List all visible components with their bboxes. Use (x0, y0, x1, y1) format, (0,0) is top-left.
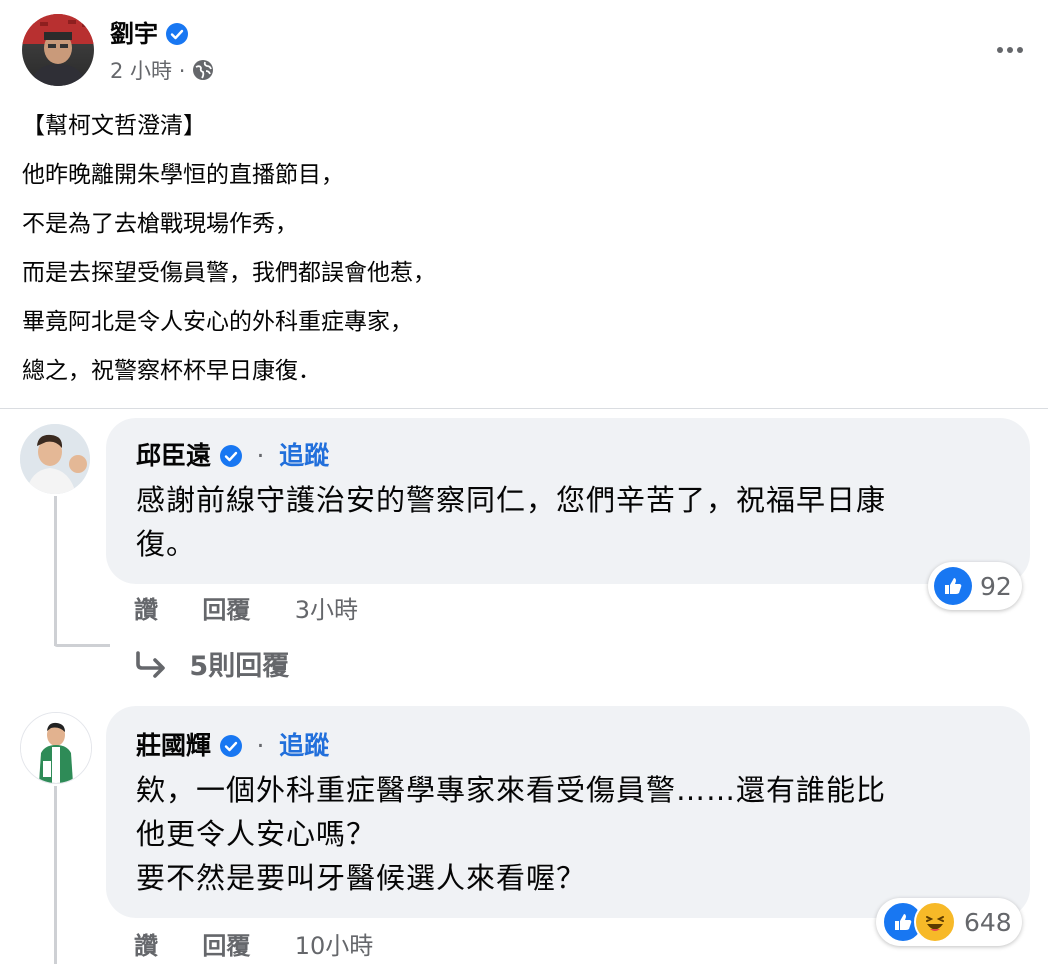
comment-header: 莊國輝 · 追蹤 (136, 730, 329, 762)
author-avatar[interactable] (22, 14, 94, 86)
post-meta: 2 小時 · (110, 56, 214, 89)
more-options-icon[interactable] (990, 32, 1030, 68)
replies-label[interactable]: 5則回覆 (189, 651, 289, 682)
thread-line (54, 496, 57, 646)
comment-bubble: 邱臣遠 · 追蹤 感謝前線守護治安的警察同仁，您們辛苦了，祝福早日康 復。 (106, 418, 1030, 584)
globe-icon[interactable] (192, 59, 214, 89)
like-button[interactable]: 讚 (134, 932, 158, 960)
comment-actions: 讚 回覆 10小時 (134, 926, 409, 961)
verified-badge-icon (219, 443, 242, 467)
comment-text: 欸，一個外科重症醫學專家來看受傷員警……還有誰能比 他更令人安心嗎？ 要不然是要… (136, 768, 1016, 900)
like-button[interactable]: 讚 (134, 596, 158, 624)
thread-line (54, 786, 57, 964)
comment-line: 他更令人安心嗎？ (136, 817, 377, 851)
reaction-summary[interactable]: 648 (876, 898, 1022, 946)
post-line: 而是去探望受傷員警，我們都誤會他惹， (22, 260, 436, 286)
reaction-count: 648 (964, 907, 1012, 937)
divider (0, 408, 1048, 409)
header-separator: · (256, 731, 265, 760)
comment-actions: 讚 回覆 3小時 (134, 590, 394, 625)
thread-line-branch (54, 644, 110, 647)
commenter-name[interactable]: 莊國輝 (136, 731, 211, 760)
verified-badge-icon (166, 21, 189, 45)
post-line: 【幫柯文哲澄清】 (22, 113, 206, 139)
post-time[interactable]: 2 小時 (110, 59, 172, 83)
header-separator: · (256, 441, 265, 470)
post-line: 不是為了去槍戰現場作秀， (22, 211, 298, 237)
comment-line: 復。 (136, 527, 197, 561)
follow-button[interactable]: 追蹤 (279, 441, 329, 470)
post-text: 【幫柯文哲澄清】 他昨晚離開朱學恒的直播節目， 不是為了去槍戰現場作秀， 而是去… (22, 102, 436, 396)
reply-arrow-icon (134, 650, 168, 685)
comment-line: 欸，一個外科重症醫學專家來看受傷員警……還有誰能比 (136, 773, 887, 807)
reply-button[interactable]: 回覆 (202, 932, 250, 960)
view-replies-button[interactable]: 5則回覆 (134, 644, 289, 685)
commenter-name[interactable]: 邱臣遠 (136, 441, 211, 470)
post-line: 畢竟阿北是令人安心的外科重症專家， (22, 309, 413, 335)
comment-header: 邱臣遠 · 追蹤 (136, 440, 329, 472)
reply-button[interactable]: 回覆 (202, 596, 250, 624)
post-line: 總之，祝警察杯杯早日康復． (22, 358, 321, 384)
commenter-avatar[interactable] (20, 712, 92, 784)
comment-line: 感謝前線守護治安的警察同仁，您們辛苦了，祝福早日康 (136, 483, 887, 517)
follow-button[interactable]: 追蹤 (279, 731, 329, 760)
meta-separator: · (178, 59, 186, 83)
post-line: 他昨晚離開朱學恒的直播節目， (22, 162, 344, 188)
comment-bubble: 莊國輝 · 追蹤 欸，一個外科重症醫學專家來看受傷員警……還有誰能比 他更令人安… (106, 706, 1030, 918)
comment-time[interactable]: 3小時 (295, 596, 358, 624)
verified-badge-icon (219, 733, 242, 757)
author-name-text[interactable]: 劉宇 (110, 20, 158, 48)
haha-reaction-icon (914, 901, 956, 943)
like-reaction-icon (934, 567, 972, 605)
author-name[interactable]: 劉宇 (110, 18, 189, 50)
reaction-summary[interactable]: 92 (928, 562, 1022, 610)
comment-text: 感謝前線守護治安的警察同仁，您們辛苦了，祝福早日康 復。 (136, 478, 1016, 566)
reaction-count: 92 (980, 571, 1012, 601)
comment-line: 要不然是要叫牙醫候選人來看喔？ (136, 861, 587, 895)
commenter-avatar[interactable] (20, 424, 90, 494)
comment-time[interactable]: 10小時 (295, 932, 374, 960)
